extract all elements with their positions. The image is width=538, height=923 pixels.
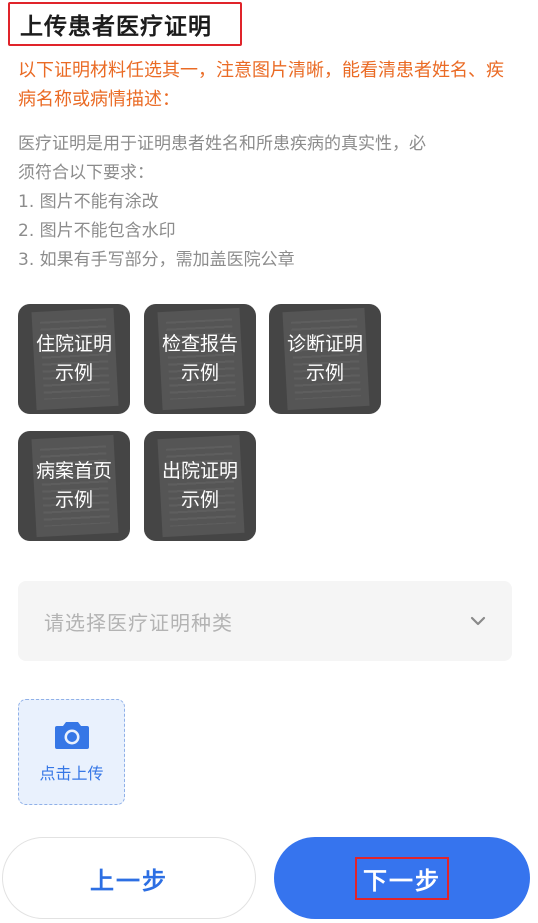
example-label: 诊断证明 — [286, 333, 363, 355]
previous-step-label: 上一步 — [90, 866, 168, 895]
example-sublabel: 示例 — [54, 489, 93, 511]
camera-icon — [54, 722, 89, 749]
example-label: 病案首页 — [35, 460, 112, 482]
example-sublabel: 示例 — [180, 489, 219, 511]
notice-text: 以下证明材料任选其一，注意图片清晰，能看清患者姓名、疾病名称或病情描述： — [18, 60, 504, 110]
example-medical-record-front-page[interactable]: 病案首页 示例 — [18, 431, 130, 541]
description-line: 须符合以下要求： — [18, 163, 154, 183]
example-sublabel: 示例 — [180, 362, 219, 384]
previous-step-button[interactable]: 上一步 — [2, 837, 256, 919]
example-label: 住院证明 — [35, 333, 112, 355]
example-hospitalization-certificate[interactable]: 住院证明 示例 — [18, 304, 130, 414]
next-step-label: 下一步 — [355, 856, 449, 900]
chevron-down-icon — [470, 616, 486, 626]
example-discharge-certificate[interactable]: 出院证明 示例 — [144, 431, 256, 541]
description-line: 医疗证明是用于证明患者姓名和所患疾病的真实性，必 — [18, 134, 426, 154]
requirement-item: 1. 图片不能有涂改 — [18, 192, 159, 212]
requirements-description: 医疗证明是用于证明患者姓名和所患疾病的真实性，必 须符合以下要求： 1. 图片不… — [18, 130, 520, 275]
requirement-item: 2. 图片不能包含水印 — [18, 221, 176, 241]
example-sublabel: 示例 — [305, 362, 344, 384]
page-title: 上传患者医疗证明 — [20, 14, 212, 40]
example-examination-report[interactable]: 检查报告 示例 — [144, 304, 256, 414]
page-title-box: 上传患者医疗证明 — [8, 2, 242, 46]
select-placeholder: 请选择医疗证明种类 — [44, 610, 233, 635]
upload-label: 点击上传 — [39, 764, 104, 783]
requirement-item: 3. 如果有手写部分，需加盖医院公章 — [18, 250, 295, 270]
example-diagnosis-certificate[interactable]: 诊断证明 示例 — [269, 304, 381, 414]
example-sublabel: 示例 — [54, 362, 93, 384]
certificate-type-select[interactable]: 请选择医疗证明种类 — [18, 581, 512, 661]
next-step-button[interactable]: 下一步 — [274, 837, 530, 919]
example-label: 检查报告 — [161, 333, 238, 355]
example-label: 出院证明 — [161, 460, 238, 482]
upload-button[interactable]: 点击上传 — [18, 699, 125, 805]
